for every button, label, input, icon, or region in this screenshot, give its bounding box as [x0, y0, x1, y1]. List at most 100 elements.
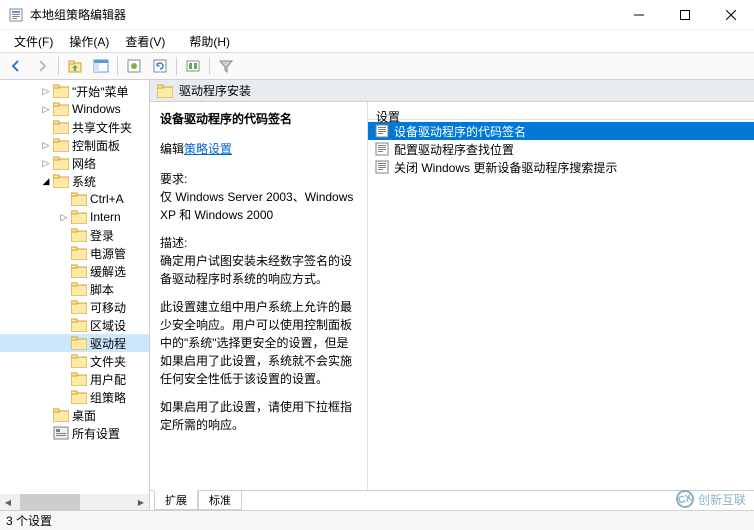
tree-item[interactable]: 共享文件夹 — [0, 118, 149, 136]
tree-item[interactable]: 缓解选 — [0, 262, 149, 280]
tree-h-scrollbar[interactable]: ◀ ▶ — [0, 494, 149, 510]
folder-icon — [71, 354, 87, 368]
tree-item-label: 区域设 — [90, 317, 126, 334]
edit-label: 编辑 — [160, 142, 184, 156]
tree-item-label: "开始"菜单 — [72, 83, 129, 100]
desc-text-3: 如果启用了此设置，请使用下拉框指定所需的响应。 — [160, 398, 357, 434]
desc-text-1: 确定用户试图安装未经数字签名的设备驱动程序时系统的响应方式。 — [160, 254, 352, 286]
tree-item[interactable]: ◢ 系统 — [0, 172, 149, 190]
refresh-button[interactable] — [148, 55, 172, 77]
policy-icon — [374, 160, 390, 174]
tree-item[interactable]: 电源管 — [0, 244, 149, 262]
tree-item[interactable]: ▷ Intern — [0, 208, 149, 226]
desc-label: 描述: — [160, 236, 187, 250]
tree-item[interactable]: Ctrl+A — [0, 190, 149, 208]
tree-item-label: 文件夹 — [90, 353, 126, 370]
tree-item[interactable]: 驱动程 — [0, 334, 149, 352]
expander-closed-icon[interactable]: ▷ — [40, 85, 52, 97]
desc-title: 设备驱动程序的代码签名 — [160, 110, 357, 128]
tree-item-label: 网络 — [72, 155, 96, 172]
back-button[interactable] — [4, 55, 28, 77]
expander-closed-icon — [58, 319, 70, 331]
policy-icon — [374, 124, 390, 138]
tab-extended[interactable]: 扩展 — [154, 490, 198, 510]
tree-item[interactable]: ▷ 控制面板 — [0, 136, 149, 154]
tree[interactable]: ▷ "开始"菜单▷Windows共享文件夹 ▷ 控制面板 ▷ 网络 ◢ 系统Ctrl+A ▷ In… — [0, 80, 149, 494]
tree-pane: ▷ "开始"菜单▷Windows共享文件夹 ▷ 控制面板 ▷ 网络 ◢ 系统Ctrl+A ▷ In… — [0, 80, 150, 510]
settings-icon — [53, 426, 69, 440]
tree-item[interactable]: 可移动 — [0, 298, 149, 316]
list-item-label: 设备驱动程序的代码签名 — [394, 123, 526, 140]
tree-item[interactable]: ▷ 网络 — [0, 154, 149, 172]
folder-icon — [71, 318, 87, 332]
forward-button[interactable] — [30, 55, 54, 77]
expander-closed-icon — [58, 265, 70, 277]
scroll-thumb[interactable] — [20, 494, 80, 510]
expander-closed-icon — [40, 409, 52, 421]
description-column: 设备驱动程序的代码签名 编辑策略设置 要求:仅 Windows Server 2… — [150, 102, 368, 490]
tree-item[interactable]: 登录 — [0, 226, 149, 244]
folder-icon — [71, 372, 87, 386]
tree-item[interactable]: 桌面 — [0, 406, 149, 424]
expander-closed-icon — [40, 427, 52, 439]
menubar: 文件(F) 操作(A) 查看(V) 帮助(H) — [0, 30, 754, 52]
close-button[interactable] — [708, 0, 754, 30]
show-hide-tree-button[interactable] — [89, 55, 113, 77]
menu-help[interactable]: 帮助(H) — [181, 31, 238, 52]
tree-item[interactable]: 文件夹 — [0, 352, 149, 370]
tree-item[interactable]: ▷ "开始"菜单 — [0, 82, 149, 100]
maximize-button[interactable] — [662, 0, 708, 30]
main-pane: 驱动程序安装 设备驱动程序的代码签名 编辑策略设置 要求:仅 Windows S… — [150, 80, 754, 510]
policy-icon — [374, 142, 390, 156]
tree-item-label: 用户配 — [90, 371, 126, 388]
req-label: 要求: — [160, 172, 187, 186]
tree-item-label: 控制面板 — [72, 137, 120, 154]
menu-view[interactable]: 查看(V) — [117, 31, 173, 52]
scroll-left-icon[interactable]: ◀ — [0, 494, 16, 510]
tab-standard[interactable]: 标准 — [198, 491, 242, 510]
tree-item-label: 驱动程 — [90, 335, 126, 352]
folder-icon — [53, 174, 69, 188]
tree-item-label: 共享文件夹 — [72, 119, 132, 136]
export-button[interactable] — [181, 55, 205, 77]
folder-icon — [71, 336, 87, 350]
expander-closed-icon[interactable]: ▷ — [40, 157, 52, 169]
menu-action[interactable]: 操作(A) — [61, 31, 117, 52]
list-header[interactable]: 设置 — [368, 102, 754, 120]
folder-icon — [53, 408, 69, 422]
expander-closed-icon[interactable]: ▷ — [58, 211, 70, 223]
folder-icon — [71, 282, 87, 296]
tree-item[interactable]: 组策略 — [0, 388, 149, 406]
up-button[interactable] — [63, 55, 87, 77]
menu-file[interactable]: 文件(F) — [6, 31, 61, 52]
settings-list[interactable]: 设备驱动程序的代码签名配置驱动程序查找位置关闭 Windows 更新设备驱动程序… — [368, 120, 754, 490]
tree-item-label: 缓解选 — [90, 263, 126, 280]
list-item[interactable]: 设备驱动程序的代码签名 — [368, 122, 754, 140]
main-header: 驱动程序安装 — [150, 80, 754, 102]
tree-item[interactable]: 所有设置 — [0, 424, 149, 442]
expander-closed-icon[interactable]: ▷ — [40, 103, 52, 115]
folder-icon — [53, 120, 69, 134]
tree-item[interactable]: 区域设 — [0, 316, 149, 334]
tree-item-label: Intern — [90, 210, 121, 224]
tree-item-label: 系统 — [72, 173, 96, 190]
list-item[interactable]: 配置驱动程序查找位置 — [368, 140, 754, 158]
folder-icon — [71, 228, 87, 242]
tree-item[interactable]: 脚本 — [0, 280, 149, 298]
statusbar: 3 个设置 — [0, 510, 754, 530]
scroll-right-icon[interactable]: ▶ — [133, 494, 149, 510]
tree-item-label: 脚本 — [90, 281, 114, 298]
list-item[interactable]: 关闭 Windows 更新设备驱动程序搜索提示 — [368, 158, 754, 176]
tree-item-label: 桌面 — [72, 407, 96, 424]
folder-icon — [71, 246, 87, 260]
expander-open-icon[interactable]: ◢ — [40, 175, 52, 187]
policy-settings-link[interactable]: 策略设置 — [184, 142, 232, 156]
filter-button[interactable] — [214, 55, 238, 77]
toolbar — [0, 52, 754, 80]
tree-item[interactable]: ▷Windows — [0, 100, 149, 118]
folder-icon — [71, 192, 87, 206]
properties-button[interactable] — [122, 55, 146, 77]
expander-closed-icon[interactable]: ▷ — [40, 139, 52, 151]
minimize-button[interactable] — [616, 0, 662, 30]
tree-item[interactable]: 用户配 — [0, 370, 149, 388]
